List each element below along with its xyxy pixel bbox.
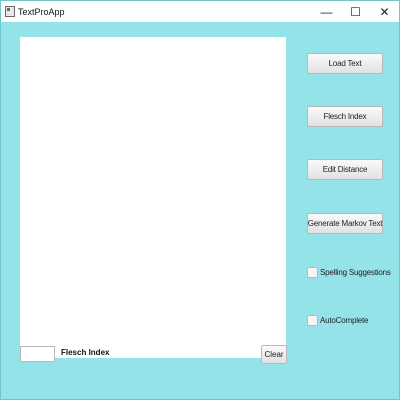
checkbox-box[interactable] (307, 315, 318, 326)
window-title: TextProApp (18, 6, 65, 17)
autocomplete-label: AutoComplete (320, 316, 369, 325)
maximize-button[interactable]: ☐ (341, 1, 370, 22)
app-icon (5, 6, 15, 17)
window-controls: — ☐ ✕ (312, 1, 399, 22)
flesch-index-label: Flesch Index (61, 348, 110, 357)
text-editor[interactable] (20, 37, 286, 358)
title-bar: TextProApp — ☐ ✕ (1, 1, 399, 22)
flesch-index-field[interactable] (20, 346, 55, 362)
close-button[interactable]: ✕ (370, 1, 399, 22)
autocomplete-checkbox[interactable]: AutoComplete (307, 315, 368, 326)
spelling-suggestions-checkbox[interactable]: Spelling Suggestions (307, 267, 391, 278)
generate-markov-text-button[interactable]: Generate Markov Text (307, 213, 383, 234)
edit-distance-button[interactable]: Edit Distance (307, 159, 383, 180)
minimize-button[interactable]: — (312, 1, 341, 22)
client-area: Load Text Flesch Index Edit Distance Gen… (1, 22, 399, 399)
flesch-index-button[interactable]: Flesch Index (307, 106, 383, 127)
app-window: TextProApp — ☐ ✕ Load Text Flesch Index … (0, 0, 400, 400)
spelling-suggestions-label: Spelling Suggestions (320, 268, 391, 277)
checkbox-box[interactable] (307, 267, 318, 278)
clear-button[interactable]: Clear (261, 345, 287, 364)
load-text-button[interactable]: Load Text (307, 53, 383, 74)
